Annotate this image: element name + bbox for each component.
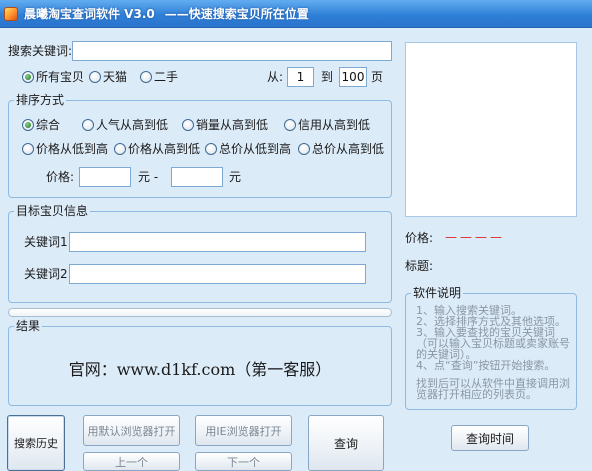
next-button[interactable]: 下一个	[195, 452, 292, 471]
radio-circle	[82, 119, 94, 131]
detail-price-label: 价格:	[405, 231, 434, 245]
radio-sort-sales-desc[interactable]: 销量从高到低	[182, 118, 268, 132]
radio-circle	[22, 71, 34, 83]
radio-circle	[182, 119, 194, 131]
radio-sort-total-desc[interactable]: 总价从高到低	[298, 142, 384, 156]
radio-label: 所有宝贝	[36, 70, 85, 84]
radio-second-hand[interactable]: 二手	[140, 70, 178, 84]
radio-circle	[205, 143, 217, 155]
radio-circle	[298, 143, 310, 155]
app-icon	[4, 6, 18, 21]
radio-sort-price-asc[interactable]: 价格从低到高	[22, 142, 108, 156]
radio-circle	[114, 143, 126, 155]
price-min-input[interactable]	[79, 167, 131, 187]
sort-group-title: 排序方式	[14, 93, 67, 107]
page-unit-label: 页	[371, 70, 384, 84]
radio-label: 价格从低到高	[36, 142, 109, 156]
help-step: 4、点“查询”按钮开始搜索。	[416, 359, 556, 372]
item-preview-panel	[405, 42, 577, 217]
price-max-input[interactable]	[171, 167, 223, 187]
search-keyword-label: 搜索关键词:	[8, 44, 73, 58]
keyword2-input[interactable]	[69, 264, 366, 284]
radio-circle	[22, 119, 34, 131]
page-from-input[interactable]	[287, 67, 314, 87]
help-group-title: 软件说明	[411, 286, 464, 300]
radio-label: 信用从高到低	[298, 118, 371, 132]
result-group-title: 结果	[14, 319, 43, 333]
radio-circle	[140, 71, 152, 83]
radio-label: 销量从高到低	[196, 118, 269, 132]
radio-label: 天猫	[103, 70, 128, 84]
page-to-label: 到	[321, 70, 334, 84]
price-range-label: 价格:	[46, 170, 75, 184]
open-ie-browser-button[interactable]: 用IE浏览器打开	[195, 415, 292, 446]
keyword1-input[interactable]	[69, 232, 366, 252]
radio-sort-total-asc[interactable]: 总价从低到高	[205, 142, 291, 156]
keyword2-label: 关键词2:	[24, 267, 72, 281]
radio-label: 总价从高到低	[312, 142, 385, 156]
page-to-input[interactable]	[339, 67, 367, 87]
search-history-button[interactable]: 搜索历史	[7, 415, 65, 471]
radio-sort-credit-desc[interactable]: 信用从高到低	[284, 118, 370, 132]
window-title: 晨曦淘宝查词软件 V3.0	[24, 7, 155, 21]
radio-circle	[89, 71, 101, 83]
help-step: 3、输入要查找的宝贝关键词（可以输入宝贝标题或卖家账号的关键词）。	[416, 326, 570, 361]
detail-title-label: 标题:	[405, 259, 434, 273]
price-separator-label: 元 -	[138, 170, 159, 184]
result-text: 官网：www.d1kf.com（第一客服）	[68, 360, 332, 379]
radio-sort-comprehensive[interactable]: 综合	[22, 118, 60, 132]
radio-tmall[interactable]: 天猫	[89, 70, 127, 84]
radio-all-items[interactable]: 所有宝贝	[22, 70, 84, 84]
radio-label: 总价从低到高	[219, 142, 292, 156]
query-button[interactable]: 查询	[308, 415, 384, 471]
open-default-browser-button[interactable]: 用默认浏览器打开	[83, 415, 180, 446]
radio-circle	[22, 143, 34, 155]
detail-price-value: ————	[445, 230, 505, 244]
radio-label: 价格从高到低	[128, 142, 201, 156]
radio-circle	[284, 119, 296, 131]
radio-label: 人气从高到低	[96, 118, 169, 132]
keyword1-label: 关键词1:	[24, 235, 72, 249]
help-text: 1、输入搜索关键词。 2、选择排序方式及其他选项。 3、输入要查找的宝贝关键词（…	[416, 305, 572, 400]
target-item-group: 目标宝贝信息	[8, 204, 392, 303]
search-keyword-input[interactable]	[72, 41, 392, 61]
radio-sort-popularity-desc[interactable]: 人气从高到低	[82, 118, 168, 132]
radio-label: 综合	[36, 118, 61, 132]
query-time-button[interactable]: 查询时间	[451, 425, 529, 451]
radio-label: 二手	[154, 70, 179, 84]
title-bar[interactable]: 晨曦淘宝查词软件 V3.0 ——快速搜索宝贝所在位置	[0, 0, 592, 28]
app-window: 晨曦淘宝查词软件 V3.0 ——快速搜索宝贝所在位置 搜索关键词: 所有宝贝 天…	[0, 0, 592, 471]
price-unit-label: 元	[229, 170, 242, 184]
previous-button[interactable]: 上一个	[83, 452, 180, 471]
search-progress-bar	[8, 308, 392, 317]
target-item-group-title: 目标宝贝信息	[14, 204, 91, 218]
help-note: 找到后可以从软件中直接调用浏览器打开相应的列表页。	[416, 377, 570, 401]
page-from-label: 从:	[267, 70, 284, 84]
window-subtitle: ——快速搜索宝贝所在位置	[164, 7, 309, 21]
radio-sort-price-desc[interactable]: 价格从高到低	[114, 142, 200, 156]
